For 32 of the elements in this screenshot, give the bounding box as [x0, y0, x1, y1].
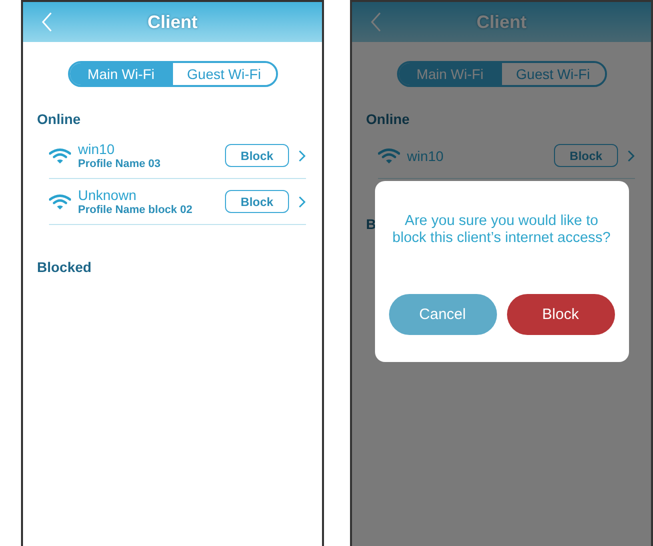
cancel-button[interactable]: Cancel: [388, 294, 496, 335]
wifi-tab[interactable]: Main Wi-Fi: [70, 63, 172, 85]
wifi-tab[interactable]: Guest Wi-Fi: [502, 63, 604, 85]
client-name: win10: [407, 148, 445, 164]
screen-title: Client: [476, 12, 526, 32]
screen-title: Client: [147, 12, 198, 32]
block-button[interactable]: Block: [554, 144, 618, 167]
profile-name: Profile Name block 02: [78, 202, 194, 216]
section-heading: B: [366, 216, 376, 232]
block-button[interactable]: Block: [225, 190, 289, 213]
chevron-right-icon[interactable]: [298, 196, 306, 208]
client-row[interactable]: Unknown Profile Name block 02 Block: [49, 179, 306, 225]
section-heading: Online: [37, 111, 81, 127]
wifi-tab[interactable]: Guest Wi-Fi: [172, 63, 276, 85]
back-icon[interactable]: [370, 12, 382, 32]
client-row[interactable]: win10 Profile Name 03 Block: [49, 133, 306, 179]
wifi-icon: [49, 194, 71, 210]
chevron-right-icon[interactable]: [298, 150, 306, 162]
wifi-tab[interactable]: Main Wi-Fi: [398, 63, 502, 85]
wifi-icon: [378, 148, 400, 164]
chevron-right-icon[interactable]: [627, 150, 635, 162]
back-icon[interactable]: [41, 12, 53, 32]
profile-name: Profile Name 03: [78, 156, 162, 170]
client-name: win10: [78, 140, 116, 156]
section-heading: Blocked: [37, 259, 92, 275]
wifi-icon: [49, 148, 71, 164]
client-name: Unknown: [78, 186, 138, 202]
dialog-message: Are you sure you would like to block this client’s internet access?: [391, 213, 612, 247]
section-heading: Online: [366, 111, 410, 127]
block-button[interactable]: Block: [225, 144, 289, 167]
confirm-button[interactable]: Block: [506, 294, 614, 335]
client-row[interactable]: win10 Block: [378, 133, 635, 179]
